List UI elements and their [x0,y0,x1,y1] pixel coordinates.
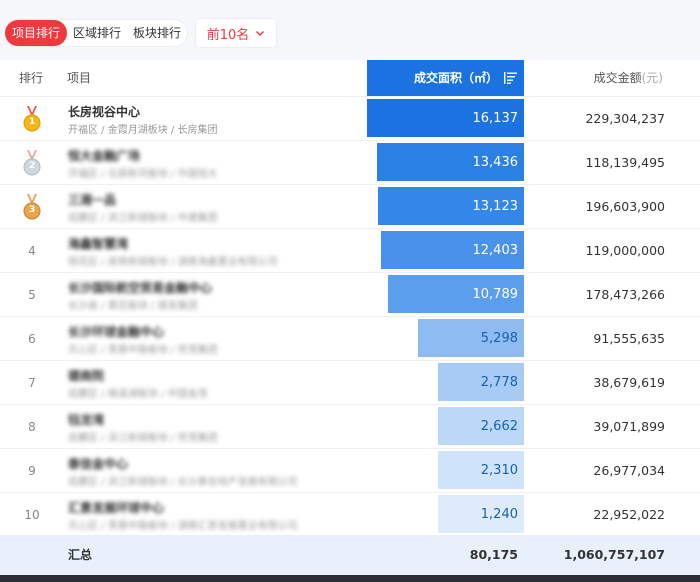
total-label: 汇总 [68,548,93,562]
table-row[interactable]: 8 钰龙湾岳麓区 / 滨江新城板块 / 世茂集团 2,662 39,071,899 [0,404,700,448]
project-location: 开福区 / 北辰新河板块 / 中国恒大 [68,169,218,180]
rank-cell: 7 [28,375,36,390]
area-bar: 2,310 [438,451,524,489]
rank-cell: 1 [20,97,44,140]
top-toolbar: 项目排行 区域排行 板块排行 前10名 [0,0,700,60]
ranking-type-tabs: 项目排行 区域排行 板块排行 [5,20,188,46]
tab-project-ranking[interactable]: 项目排行 [5,20,68,46]
area-value: 2,778 [480,374,518,390]
table-header: 排行 项目 成交面积（㎡） 成交金额(元) [0,60,700,96]
project-name[interactable]: 泰信金中心 [68,455,128,472]
rank-cell: 10 [24,507,40,522]
project-location: 雨花区 / 高铁新城板块 / 湖南海鑫置业有限公司 [68,257,278,268]
area-value: 2,662 [480,418,518,434]
project-location: 岳麓区 / 滨江新城板块 / 长沙泰信地产发展有限公司 [68,477,298,488]
project-name[interactable]: 长房视谷中心 [68,103,140,120]
project-location: 岳麓区 / 滨江新城板块 / 中建集团 [68,213,218,224]
header-area-label: 成交面积（㎡） [413,71,498,85]
table-row[interactable]: 7 德商院岳麓区 / 梅溪湖板块 / 中国金茂 2,778 38,679,619 [0,360,700,404]
top-n-label: 前10名 [206,27,250,43]
amount-value: 38,679,619 [593,375,665,390]
amount-value: 91,555,635 [593,331,665,346]
area-value: 16,137 [472,110,519,126]
rank-cell: 2 [20,141,44,184]
header-project: 项目 [67,71,92,85]
tab-sector-ranking[interactable]: 板块排行 [127,20,187,46]
project-location: 天心区 / 芙蓉中路板块 / 世茂集团 [68,345,218,356]
header-rank: 排行 [19,71,44,85]
amount-value: 39,071,899 [593,419,665,434]
total-row: 汇总 80,175 1,060,757,107 [0,535,700,575]
project-name[interactable]: 长沙环球金融中心 [68,323,164,340]
header-amount-unit: (元) [641,71,663,85]
project-location: 开福区 / 金霞月湖板块 / 长房集团 [68,125,218,136]
area-value: 13,123 [472,198,519,214]
project-location: 长沙县 / 黄花板块 / 城发集团 [68,301,198,312]
area-bar: 12,403 [381,231,524,269]
amount-value: 178,473,266 [585,287,665,302]
area-bar: 2,778 [438,363,524,401]
area-bar: 2,662 [438,407,524,445]
table-row[interactable]: 2 恒大金融广场开福区 / 北辰新河板块 / 中国恒大 13,436 118,139,… [0,140,700,184]
area-bar: 10,789 [388,275,524,313]
area-value: 12,403 [472,242,519,258]
bottom-taskbar-strip [0,575,700,582]
project-name[interactable]: 长沙国际航空贸易金融中心 [68,279,212,296]
project-location: 岳麓区 / 梅溪湖板块 / 中国金茂 [68,389,208,400]
project-location: 天心区 / 芙蓉中路板块 / 湖南汇景发展置业有限公司 [68,521,298,532]
table-row[interactable]: 4 海鑫智慧湾雨花区 / 高铁新城板块 / 湖南海鑫置业有限公司 12,403 119… [0,228,700,272]
chevron-down-icon [256,31,265,36]
rank-cell: 9 [28,463,36,478]
rank-cell: 6 [28,331,36,346]
table-row[interactable]: 5 长沙国际航空贸易金融中心长沙县 / 黄花板块 / 城发集团 10,789 178,… [0,272,700,316]
top-n-dropdown[interactable]: 前10名 [196,19,276,47]
area-bar: 13,436 [377,143,524,181]
project-name[interactable]: 汇景发展环球中心 [68,499,164,516]
area-bar: 13,123 [378,187,524,225]
project-name[interactable]: 钰龙湾 [68,411,104,428]
area-value: 1,240 [480,506,518,522]
project-name[interactable]: 三湘一品 [68,191,116,208]
rank-cell: 8 [28,419,36,434]
amount-value: 118,139,495 [585,155,665,170]
area-value: 10,789 [472,286,519,302]
tab-region-ranking[interactable]: 区域排行 [67,20,127,46]
header-amount-label: 成交金额 [593,71,642,85]
rank-number: 3 [29,205,36,215]
amount-value: 229,304,237 [585,111,665,126]
table-row[interactable]: 3 三湘一品岳麓区 / 滨江新城板块 / 中建集团 13,123 196,603,90… [0,184,700,228]
project-name[interactable]: 恒大金融广场 [68,147,140,164]
amount-value: 119,000,000 [585,243,665,258]
area-value: 5,298 [480,330,518,346]
project-name[interactable]: 海鑫智慧湾 [68,235,128,252]
table-row[interactable]: 10 汇景发展环球中心天心区 / 芙蓉中路板块 / 湖南汇景发展置业有限公司 1,2… [0,492,700,536]
project-location: 岳麓区 / 滨江新城板块 / 世茂集团 [68,433,218,444]
amount-value: 22,952,022 [593,507,665,522]
rank-cell: 4 [28,243,36,258]
table-row[interactable]: 6 长沙环球金融中心天心区 / 芙蓉中路板块 / 世茂集团 5,298 91,555,… [0,316,700,360]
area-bar: 5,298 [418,319,524,357]
project-name[interactable]: 德商院 [68,367,104,384]
rank-number: 1 [29,117,36,127]
rank-cell: 5 [28,287,36,302]
total-amount: 1,060,757,107 [563,547,665,562]
area-value: 2,310 [480,462,518,478]
area-bar: 16,137 [367,99,524,137]
amount-value: 196,603,900 [585,199,665,214]
table-row[interactable]: 1 长房视谷中心开福区 / 金霞月湖板块 / 长房集团 16,137 229,304,… [0,96,700,140]
header-amount: 成交金额(元) [594,60,663,96]
rank-cell: 3 [20,185,44,228]
table-row[interactable]: 9 泰信金中心岳麓区 / 滨江新城板块 / 长沙泰信地产发展有限公司 2,310 26… [0,448,700,492]
amount-value: 26,977,034 [593,463,665,478]
header-area-sortable[interactable]: 成交面积（㎡） [367,60,524,96]
total-area: 80,175 [469,547,518,562]
rank-number: 2 [29,161,36,171]
sort-desc-icon[interactable] [504,72,517,84]
area-bar: 1,240 [438,495,524,533]
area-value: 13,436 [472,154,519,170]
